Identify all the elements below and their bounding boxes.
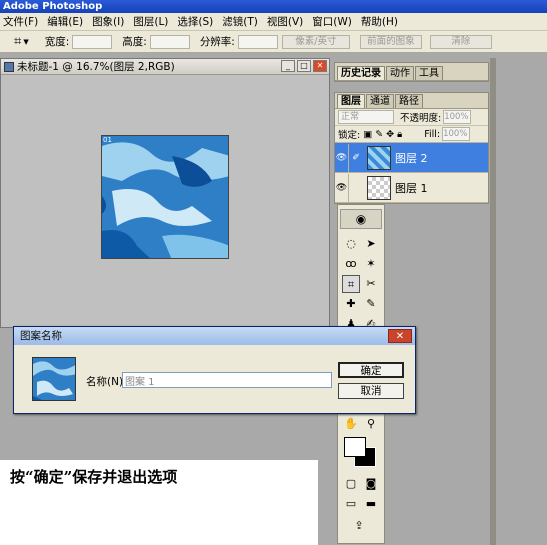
- lock-all-icon[interactable]: 🔒︎: [397, 129, 402, 140]
- tab-actions[interactable]: 动作: [386, 66, 414, 80]
- move-icon[interactable]: ➤: [362, 235, 380, 253]
- standard-mode-icon[interactable]: ▢: [342, 475, 360, 493]
- document-icon: [4, 62, 14, 72]
- menu-bar: 文件(F) 编辑(E) 图象(I) 图层(L) 选择(S) 滤镜(T) 视图(V…: [0, 13, 547, 31]
- close-icon[interactable]: ✕: [313, 60, 327, 72]
- height-label: 高度:: [122, 36, 147, 48]
- layer-name: 图层 1: [395, 181, 428, 195]
- width-label: 宽度:: [44, 36, 70, 48]
- document-titlebar: 未标题-1 @ 16.7%(图层 2,RGB) _ □ ✕: [1, 59, 329, 75]
- layer-name: 图层 2: [395, 151, 428, 165]
- opacity-field[interactable]: 100%: [443, 110, 472, 124]
- tab-history[interactable]: 历史记录: [337, 66, 385, 80]
- minimize-icon[interactable]: _: [281, 60, 295, 72]
- layer-row[interactable]: 👁︎ ✐ 图层 2: [335, 143, 488, 173]
- menu-image[interactable]: 图象(I): [92, 14, 124, 29]
- pattern-name-input[interactable]: [122, 372, 332, 388]
- menu-file[interactable]: 文件(F): [3, 14, 38, 29]
- layer-thumbnail: [367, 175, 391, 200]
- pattern-canvas[interactable]: 01: [101, 135, 229, 259]
- quick-mask-icon[interactable]: ◙: [362, 475, 380, 493]
- menu-select[interactable]: 选择(S): [177, 14, 213, 29]
- menu-layer[interactable]: 图层(L): [133, 14, 168, 29]
- menu-edit[interactable]: 编辑(E): [47, 14, 83, 29]
- photoshop-logo-icon: ◉: [340, 209, 382, 229]
- tool-preset-arrow-icon[interactable]: ▼: [23, 38, 28, 46]
- layers-panel: 图层 通道 路径 正常 不透明度: 100% 锁定: ▣ ✎ ✥ 🔒︎ Fill…: [334, 92, 489, 204]
- healing-brush-icon[interactable]: ✚: [342, 295, 360, 313]
- eye-icon[interactable]: 👁︎: [335, 173, 349, 202]
- app-titlebar: Adobe Photoshop: [0, 0, 547, 13]
- menu-view[interactable]: 视图(V): [267, 14, 303, 29]
- menu-help[interactable]: 帮助(H): [361, 14, 398, 29]
- dialog-titlebar: 图案名称 ✕: [14, 327, 415, 345]
- maximize-icon[interactable]: □: [297, 60, 311, 72]
- history-panel: 历史记录 动作 工具: [334, 62, 489, 82]
- brush-icon[interactable]: ✐: [349, 144, 363, 172]
- magic-wand-icon[interactable]: ✶: [362, 255, 380, 273]
- jump-to-imageready-icon[interactable]: ⇪: [350, 517, 368, 535]
- crop-icon[interactable]: ⌗: [14, 34, 21, 49]
- pattern-name-dialog: 图案名称 ✕ 名称(N): 确定 取消: [13, 326, 416, 414]
- blend-mode-select[interactable]: 正常: [338, 110, 394, 124]
- fill-field[interactable]: 100%: [442, 127, 471, 141]
- caption-text: 按“确定”保存并退出选项: [10, 468, 178, 486]
- dialog-title: 图案名称: [20, 330, 62, 342]
- instruction-caption: 按“确定”保存并退出选项: [0, 460, 318, 545]
- pattern-corner-label: 01: [103, 136, 112, 144]
- slice-icon[interactable]: ✂: [362, 275, 380, 293]
- lock-transparent-icon[interactable]: ▣: [363, 129, 372, 140]
- clear-button[interactable]: 清除: [429, 34, 492, 49]
- workspace-scrollbar[interactable]: [490, 58, 496, 545]
- tab-channels[interactable]: 通道: [366, 94, 394, 108]
- unit-select[interactable]: 像素/英寸: [281, 34, 350, 49]
- pattern-preview: [32, 357, 76, 401]
- tab-layers[interactable]: 图层: [337, 94, 365, 108]
- full-screen-icon[interactable]: ▬: [362, 495, 380, 513]
- tab-paths[interactable]: 路径: [395, 94, 423, 108]
- resolution-label: 分辨率:: [199, 36, 235, 48]
- document-title: 未标题-1 @ 16.7%(图层 2,RGB): [17, 61, 175, 73]
- cancel-button[interactable]: 取消: [338, 383, 404, 399]
- height-field[interactable]: [149, 34, 190, 49]
- link-slot[interactable]: [349, 174, 363, 202]
- lock-brush-icon[interactable]: ✎: [375, 129, 383, 140]
- layer-thumbnail: [367, 145, 391, 170]
- lasso-icon[interactable]: ꝏ: [342, 255, 360, 273]
- name-label: 名称(N):: [86, 376, 127, 388]
- width-field[interactable]: [72, 34, 113, 49]
- resolution-field[interactable]: [237, 34, 278, 49]
- marquee-icon[interactable]: ◌: [342, 235, 360, 253]
- hand-icon[interactable]: ✋: [342, 415, 360, 433]
- fill-label: Fill:: [424, 128, 441, 140]
- screen-mode-icon[interactable]: ▭: [342, 495, 360, 513]
- foreground-color-swatch[interactable]: [344, 437, 366, 457]
- camouflage-pattern: [102, 136, 228, 258]
- eye-icon[interactable]: 👁︎: [335, 143, 349, 172]
- lock-label: 锁定:: [338, 130, 361, 141]
- dialog-close-icon[interactable]: ✕: [388, 329, 412, 343]
- crop-tool-icon[interactable]: ⌗: [342, 275, 360, 293]
- zoom-icon[interactable]: ⚲: [362, 415, 380, 433]
- tab-tools[interactable]: 工具: [415, 66, 443, 80]
- opacity-label: 不透明度:: [400, 113, 442, 124]
- brush-tool-icon[interactable]: ✎: [362, 295, 380, 313]
- menu-filter[interactable]: 滤镜(T): [222, 14, 258, 29]
- layer-row[interactable]: 👁︎ 图层 1: [335, 173, 488, 203]
- options-bar: ⌗ ▼ 宽度: 高度: 分辨率: 像素/英寸 前面的图象 清除: [0, 31, 547, 53]
- lock-move-icon[interactable]: ✥: [386, 129, 394, 140]
- document-window: 未标题-1 @ 16.7%(图层 2,RGB) _ □ ✕ 01: [0, 58, 330, 328]
- app-title: Adobe Photoshop: [3, 1, 103, 12]
- front-image-button[interactable]: 前面的图象: [359, 34, 422, 49]
- menu-window[interactable]: 窗口(W): [312, 14, 352, 29]
- ok-button[interactable]: 确定: [338, 362, 404, 378]
